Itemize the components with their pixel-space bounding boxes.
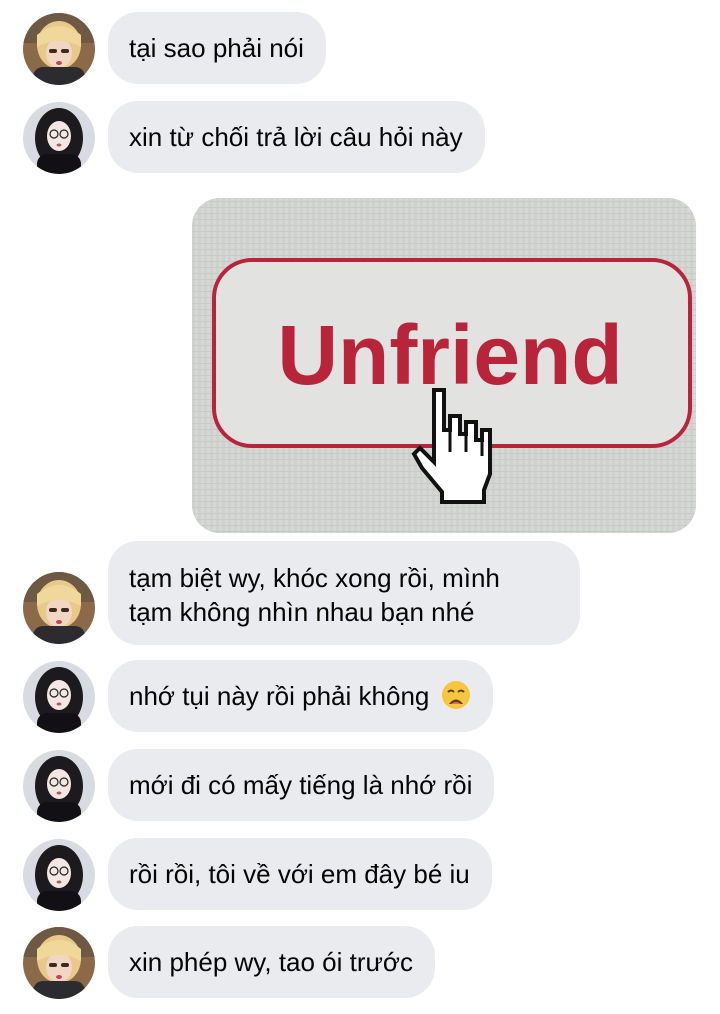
- message-bubble[interactable]: xin từ chối trả lời câu hỏi này: [108, 101, 485, 173]
- message-text: rồi rồi, tôi về với em đây bé iu: [129, 859, 470, 889]
- message-text: xin từ chối trả lời câu hỏi này: [129, 122, 463, 152]
- message-text: xin phép wy, tao ói trước: [129, 947, 413, 977]
- message-bubble[interactable]: tạm biệt wy, khóc xong rồi, mình tạm khô…: [108, 541, 580, 645]
- message-bubble[interactable]: nhớ tụi này rồi phải không: [108, 660, 493, 732]
- avatar-blonde[interactable]: [23, 13, 95, 85]
- avatar-blonde[interactable]: [23, 572, 95, 644]
- avatar-dark-hair[interactable]: [23, 750, 95, 822]
- weary-face-emoji: [441, 681, 470, 709]
- message-bubble[interactable]: tại sao phải nói: [108, 12, 326, 84]
- avatar-dark-hair[interactable]: [23, 839, 95, 911]
- message-text: tại sao phải nói: [129, 33, 304, 63]
- avatar-blonde[interactable]: [23, 927, 95, 999]
- image-caption: Unfriend: [277, 308, 622, 402]
- avatar-dark-hair[interactable]: [23, 102, 95, 174]
- message-bubble[interactable]: rồi rồi, tôi về với em đây bé iu: [108, 838, 492, 910]
- message-text-line-2: tạm không nhìn nhau bạn nhé: [129, 597, 475, 627]
- message-bubble[interactable]: xin phép wy, tao ói trước: [108, 926, 435, 998]
- message-text: nhớ tụi này rồi phải không: [129, 681, 430, 711]
- image-message[interactable]: Unfriend: [192, 198, 696, 533]
- message-text-line-1: tạm biệt wy, khóc xong rồi, mình: [129, 563, 500, 593]
- avatar-dark-hair[interactable]: [23, 661, 95, 733]
- message-text: mới đi có mấy tiếng là nhớ rồi: [129, 770, 473, 800]
- message-bubble[interactable]: mới đi có mấy tiếng là nhớ rồi: [108, 749, 495, 821]
